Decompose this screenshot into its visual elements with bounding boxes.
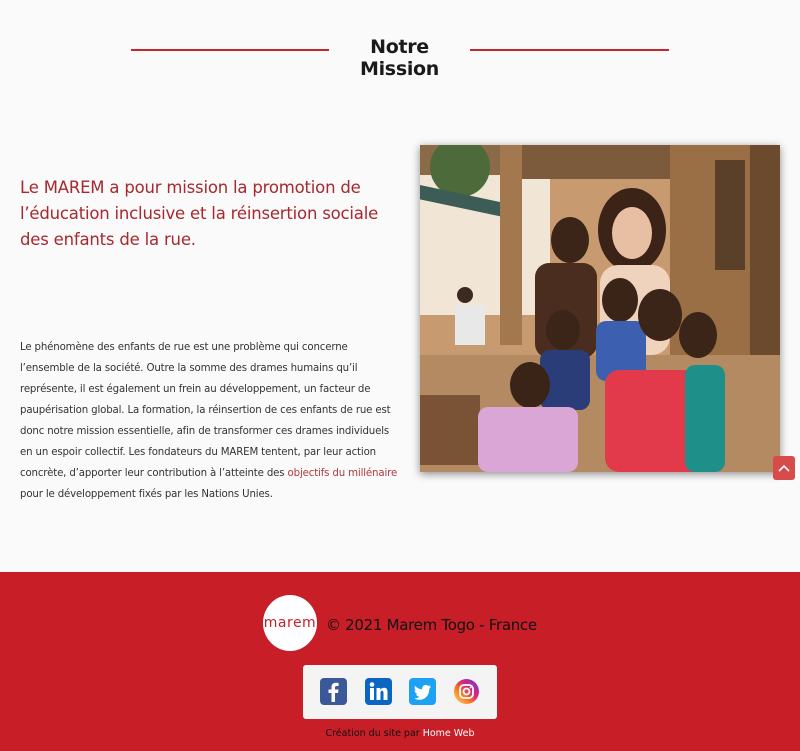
body-line: paupérisation global. La formation, la r… — [20, 405, 391, 416]
body-line: en un espoir collectif. Les fondateurs d… — [20, 447, 376, 458]
linkedin-icon[interactable] — [365, 678, 392, 705]
mission-lead-line: l’éducation inclusive et la réinsertion … — [20, 204, 379, 223]
title-divider-right — [470, 49, 669, 51]
body-line: pour le développement fixés par les Nati… — [20, 489, 273, 500]
mission-lead: Le MAREM a pour mission la promotion de … — [20, 175, 390, 253]
logo-text: marem — [263, 615, 317, 631]
millennium-goals-link[interactable]: objectifs du millénaire — [288, 468, 398, 479]
social-links — [303, 665, 497, 719]
section-header: Notre Mission — [0, 34, 800, 80]
scroll-to-top-button[interactable] — [773, 456, 795, 480]
twitter-icon[interactable] — [409, 678, 436, 705]
children-photo — [420, 145, 780, 472]
marem-logo[interactable]: marem — [263, 595, 317, 651]
body-line: concrète, d’apporter leur contribution à… — [20, 463, 400, 484]
copyright-text: © 2021 Marem Togo - France — [326, 616, 537, 634]
title-divider-left — [131, 49, 329, 51]
mission-lead-line: des enfants de la rue. — [20, 230, 196, 249]
body-line: représente, il est également un frein au… — [20, 384, 371, 395]
site-credits: Création du site par Home Web — [0, 728, 800, 739]
instagram-icon[interactable] — [453, 678, 480, 705]
body-line: donc notre mission essentielle, afin de … — [20, 426, 390, 437]
home-web-link[interactable]: Home Web — [423, 728, 475, 739]
facebook-icon[interactable] — [320, 678, 347, 705]
mission-body: Le phénomène des enfants de rue est une … — [20, 337, 400, 505]
mission-lead-line: Le MAREM a pour mission la promotion de — [20, 178, 361, 197]
section-title: Notre Mission — [359, 36, 440, 80]
children-photo-illustration — [420, 145, 780, 472]
chevron-up-icon — [778, 464, 790, 472]
credits-prefix: Création du site par — [325, 728, 423, 739]
site-footer: marem © 2021 Marem Togo - France Créatio… — [0, 572, 800, 751]
body-line: l’ensemble de la société. Outre la somme… — [20, 363, 358, 374]
body-line: Le phénomène des enfants de rue est une … — [20, 342, 348, 353]
body-line-text: concrète, d’apporter leur contribution à… — [20, 468, 288, 479]
